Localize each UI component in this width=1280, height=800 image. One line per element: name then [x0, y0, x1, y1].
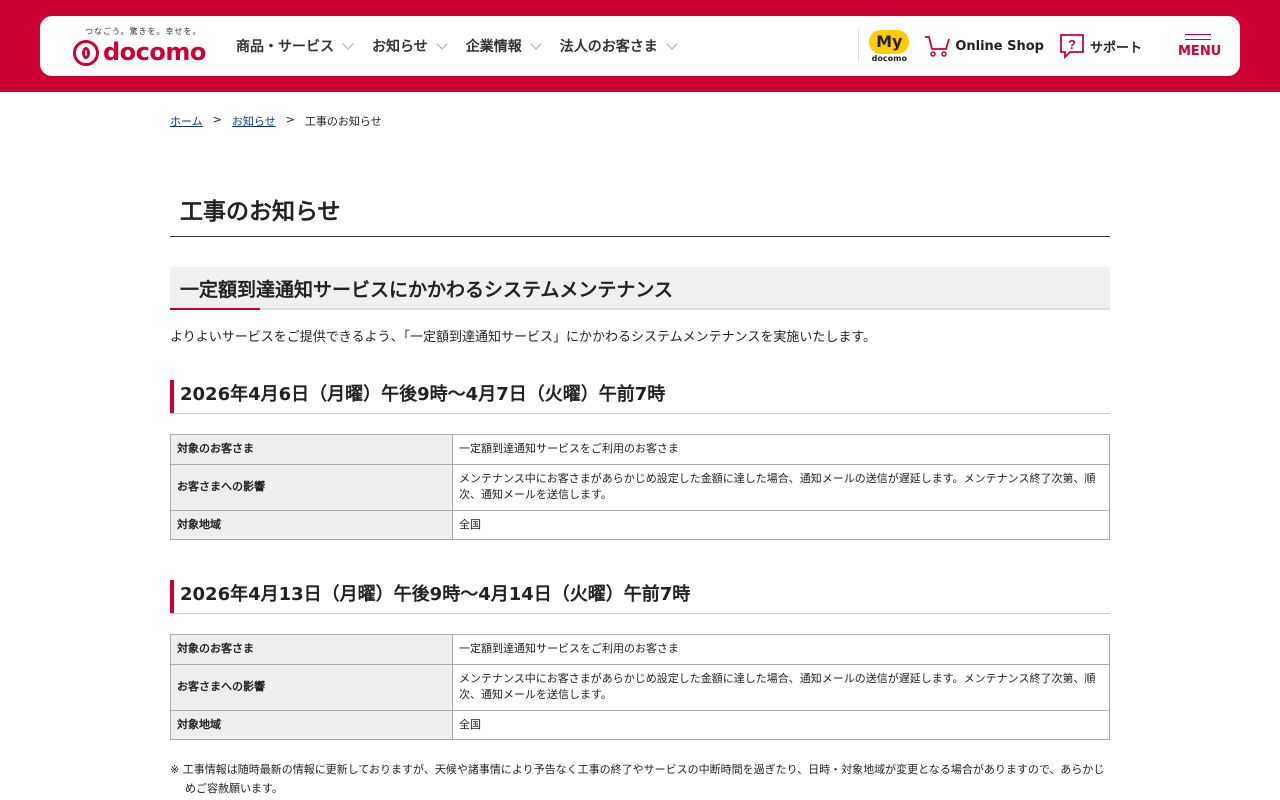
- table-row: 対象地域 全国: [170, 509, 1110, 540]
- row-header: お客さまへの影響: [170, 463, 453, 511]
- support-label: サポート: [1089, 40, 1142, 56]
- table-row: 対象地域 全国: [170, 709, 1110, 740]
- disclaimer-note: ※ 工事情報は随時最新の情報に更新しておりますが、天候や諸事情により予告なく工事…: [170, 763, 1105, 796]
- page-title: 工事のお知らせ: [170, 192, 1110, 237]
- schedule-title: 2026年4月6日（月曜）午後9時〜4月7日（火曜）午前7時: [170, 380, 1110, 414]
- help-icon: ?: [1060, 34, 1084, 59]
- header-utilities: My docomo Online Shop ? サポート MENU: [858, 16, 1240, 76]
- hamburger-icon: [1185, 33, 1211, 35]
- row-value: 全国: [452, 509, 1110, 540]
- main-nav: 商品・サービス お知らせ 企業情報 法人のお客さま: [236, 16, 696, 76]
- nav-label: 商品・サービス: [236, 39, 334, 55]
- schedule-table: 対象のお客さま 一定額到達通知サービスをご利用のお客さま お客さまへの影響 メンテナ…: [170, 434, 1110, 540]
- online-shop-label: Online Shop: [955, 38, 1044, 54]
- row-value: メンテナンス中にお客さまがあらかじめ設定した金額に達した場合、通知メールの送信が…: [452, 663, 1110, 711]
- my-docomo-icon: My: [869, 29, 910, 54]
- divider: [858, 30, 860, 62]
- schedule-title: 2026年4月13日（月曜）午後9時〜4月14日（火曜）午前7時: [170, 580, 1110, 614]
- row-value: 一定額到達通知サービスをご利用のお客さま: [452, 634, 1110, 665]
- nav-products[interactable]: 商品・サービス: [236, 36, 354, 56]
- my-docomo-button[interactable]: My docomo: [869, 29, 910, 63]
- menu-label: MENU: [1178, 43, 1222, 59]
- hamburger-icon: [1185, 38, 1211, 40]
- schedule-table: 対象のお客さま 一定額到達通知サービスをご利用のお客さま お客さまへの影響 メンテナ…: [170, 634, 1110, 740]
- table-row: 対象のお客さま 一定額到達通知サービスをご利用のお客さま: [170, 434, 1110, 465]
- row-value: 一定額到達通知サービスをご利用のお客さま: [452, 434, 1110, 465]
- row-value: 全国: [452, 709, 1110, 740]
- nav-label: お知らせ: [372, 39, 428, 55]
- row-value: メンテナンス中にお客さまがあらかじめ設定した金額に達した場合、通知メールの送信が…: [452, 463, 1110, 511]
- chevron-down-icon: [342, 38, 354, 50]
- breadcrumb: ホーム > お知らせ > 工事のお知らせ: [170, 113, 1110, 129]
- chevron-down-icon: [530, 38, 542, 50]
- online-shop-link[interactable]: Online Shop: [923, 34, 1044, 58]
- my-docomo-sub: docomo: [871, 53, 907, 63]
- chevron-down-icon: [666, 38, 678, 50]
- tagline: つなごう。驚きを。幸せを。: [85, 27, 202, 36]
- breadcrumb-news[interactable]: お知らせ: [232, 113, 276, 129]
- row-header: 対象地域: [170, 509, 453, 540]
- site-header: つなごう。驚きを。幸せを。 docomo 商品・サービス お知らせ 企業情報 法…: [40, 16, 1240, 76]
- row-header: 対象のお客さま: [170, 634, 453, 665]
- schedule-section: 2026年4月6日（月曜）午後9時〜4月7日（火曜）午前7時 対象のお客さま 一定…: [170, 380, 1110, 540]
- section-title: 一定額到達通知サービスにかかわるシステムメンテナンス: [170, 267, 1110, 310]
- docomo-mark-icon: [73, 40, 99, 66]
- row-header: 対象地域: [170, 709, 453, 740]
- nav-news[interactable]: お知らせ: [372, 36, 448, 56]
- table-row: お客さまへの影響 メンテナンス中にお客さまがあらかじめ設定した金額に達した場合、通…: [170, 463, 1110, 511]
- docomo-logo[interactable]: つなごう。驚きを。幸せを。 docomo: [73, 26, 206, 68]
- svg-text:?: ?: [1068, 37, 1076, 52]
- main-content: ホーム > お知らせ > 工事のお知らせ 工事のお知らせ 一定額到達通知サービスにか…: [170, 113, 1110, 799]
- table-row: お客さまへの影響 メンテナンス中にお客さまがあらかじめ設定した金額に達した場合、通…: [170, 663, 1110, 711]
- breadcrumb-sep: >: [285, 113, 295, 126]
- nav-label: 法人のお客さま: [559, 39, 658, 55]
- schedule-section: 2026年4月13日（月曜）午後9時〜4月14日（火曜）午前7時 対象のお客さま…: [170, 580, 1110, 740]
- nav-business[interactable]: 法人のお客さま: [559, 36, 678, 56]
- breadcrumb-home[interactable]: ホーム: [170, 113, 203, 129]
- menu-button[interactable]: MENU: [1178, 33, 1222, 59]
- breadcrumb-sep: >: [212, 113, 222, 126]
- row-header: 対象のお客さま: [170, 434, 453, 465]
- cart-icon: [925, 36, 951, 57]
- breadcrumb-current: 工事のお知らせ: [304, 115, 382, 128]
- lead-text: よりよいサービスをご提供できるよう、「一定額到達通知サービス」にかかわるシステム…: [170, 330, 877, 345]
- nav-corporate[interactable]: 企業情報: [465, 36, 542, 56]
- nav-label: 企業情報: [465, 39, 522, 55]
- row-header: お客さまへの影響: [170, 663, 453, 711]
- table-row: 対象のお客さま 一定額到達通知サービスをご利用のお客さま: [170, 634, 1110, 665]
- chevron-down-icon: [436, 38, 448, 50]
- logo-text: docomo: [103, 38, 206, 66]
- support-link[interactable]: ? サポート: [1058, 33, 1142, 59]
- top-bar: つなごう。驚きを。幸せを。 docomo 商品・サービス お知らせ 企業情報 法…: [0, 0, 1280, 92]
